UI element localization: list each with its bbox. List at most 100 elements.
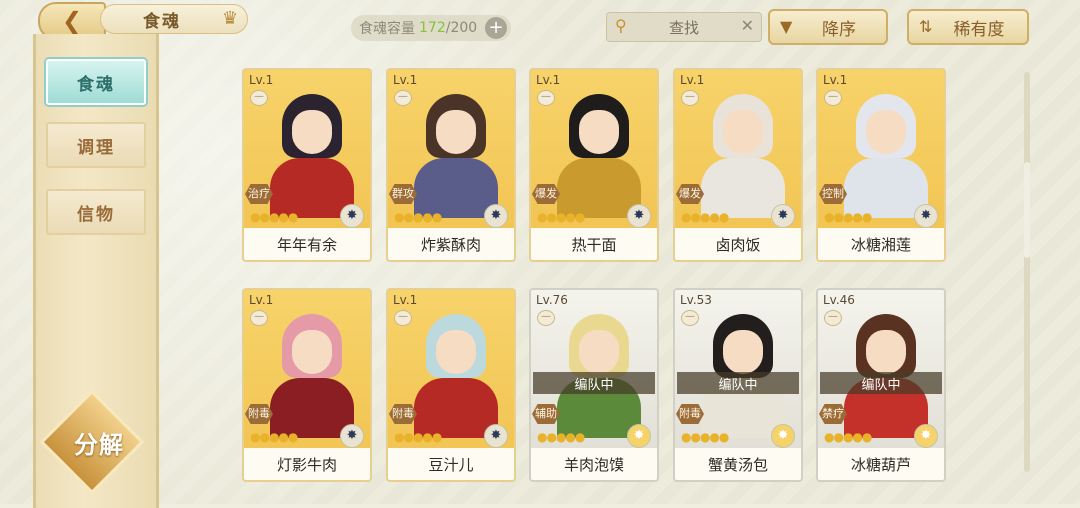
lock-toggle-icon[interactable]: —	[250, 90, 268, 106]
rarity-stars: ●●●●●	[681, 430, 729, 444]
character-portrait	[264, 88, 360, 218]
card-level: Lv.76	[536, 293, 568, 307]
role-badge: 爆发	[676, 184, 704, 204]
rarity-stars: ●●●●●	[250, 430, 298, 444]
sort-down-icon: ▼	[780, 17, 793, 36]
portrait-face	[723, 330, 763, 374]
element-icon: ✸	[914, 204, 938, 228]
sidebar-item-label: 信物	[77, 204, 115, 225]
role-badge: 附毒	[389, 404, 417, 424]
sidebar-item-conditioning[interactable]: 调理	[46, 122, 146, 168]
rarity-stars: ●●●●●	[824, 210, 872, 224]
character-portrait	[838, 88, 934, 218]
scrollbar-thumb[interactable]	[1024, 162, 1030, 258]
element-icon: ✸	[340, 424, 364, 448]
character-name: 灯影牛肉	[244, 448, 370, 480]
sort-order-button[interactable]: ▼ 降序	[768, 9, 888, 45]
character-card[interactable]: Lv.1 — 附毒 ●●●●● ✸ 豆汁儿	[386, 288, 516, 482]
character-card[interactable]: Lv.1 — 附毒 ●●●●● ✸ 灯影牛肉	[242, 288, 372, 482]
sidebar-item-food-soul[interactable]: 食魂	[46, 59, 146, 105]
top-bar: ❮ 食魂 ♛ 食魂容量 172 /200 + ⚲ 查找 ✕ ▼ 降序 ⇅ 稀有度	[0, 0, 1080, 45]
sidebar-item-tokens[interactable]: 信物	[46, 189, 146, 235]
lock-toggle-icon[interactable]: —	[681, 310, 699, 326]
lock-toggle-icon[interactable]: —	[394, 310, 412, 326]
character-name: 年年有余	[244, 228, 370, 260]
portrait-face	[866, 330, 906, 374]
character-card[interactable]: Lv.1 — 群攻 ●●●●● ✸ 炸紫酥肉	[386, 68, 516, 262]
sort-by-label: 稀有度	[953, 19, 1005, 40]
portrait-face	[436, 110, 476, 154]
element-icon: ✸	[914, 424, 938, 448]
rarity-stars: ●●●●●	[824, 430, 872, 444]
character-portrait	[264, 308, 360, 438]
back-arrow-icon: ❮	[61, 7, 83, 35]
character-card[interactable]: Lv.1 — 控制 ●●●●● ✸ 冰糖湘莲	[816, 68, 946, 262]
rarity-stars: ●●●●●	[394, 210, 442, 224]
character-portrait	[408, 88, 504, 218]
in-team-badge: 编队中	[533, 372, 655, 394]
portrait-face	[579, 110, 619, 154]
lock-toggle-icon[interactable]: —	[824, 90, 842, 106]
card-level: Lv.46	[823, 293, 855, 307]
capacity-current: 172	[419, 20, 446, 36]
scrollbar[interactable]	[1024, 72, 1030, 472]
element-icon: ✸	[627, 424, 651, 448]
element-icon: ✸	[484, 424, 508, 448]
element-icon: ✸	[484, 204, 508, 228]
card-level: Lv.1	[823, 73, 848, 87]
portrait-face	[866, 110, 906, 154]
lock-toggle-icon[interactable]: —	[537, 310, 555, 326]
sort-updown-icon: ⇅	[919, 17, 933, 36]
character-card[interactable]: Lv.1 — 爆发 ●●●●● ✸ 卤肉饭	[673, 68, 803, 262]
sidebar-item-label: 食魂	[77, 74, 115, 95]
page-title-text: 食魂	[143, 11, 181, 32]
element-icon: ✸	[627, 204, 651, 228]
card-level: Lv.1	[393, 73, 418, 87]
lock-toggle-icon[interactable]: —	[824, 310, 842, 326]
character-name: 豆汁儿	[388, 448, 514, 480]
sort-by-button[interactable]: ⇅ 稀有度	[907, 9, 1029, 45]
capacity-add-button[interactable]: +	[485, 17, 507, 39]
lock-toggle-icon[interactable]: —	[537, 90, 555, 106]
lock-toggle-icon[interactable]: —	[394, 90, 412, 106]
card-level: Lv.1	[393, 293, 418, 307]
sidebar-item-label: 调理	[77, 137, 115, 158]
character-portrait	[408, 308, 504, 438]
role-badge: 群攻	[389, 184, 417, 204]
character-name: 冰糖葫芦	[818, 448, 944, 480]
role-badge: 控制	[819, 184, 847, 204]
element-icon: ✸	[340, 204, 364, 228]
search-icon: ⚲	[615, 16, 627, 35]
rarity-stars: ●●●●●	[250, 210, 298, 224]
rarity-stars: ●●●●●	[537, 210, 585, 224]
sort-order-label: 降序	[822, 19, 856, 40]
lock-toggle-icon[interactable]: —	[681, 90, 699, 106]
role-badge: 治疗	[245, 184, 273, 204]
capacity-indicator: 食魂容量 172 /200 +	[351, 15, 511, 41]
character-card[interactable]: Lv.53 — 编队中 附毒 ●●●●● ✸ 蟹黄汤包	[673, 288, 803, 482]
character-portrait	[551, 88, 647, 218]
portrait-face	[292, 110, 332, 154]
portrait-face	[292, 330, 332, 374]
in-team-badge: 编队中	[820, 372, 942, 394]
role-badge: 禁疗	[819, 404, 847, 424]
character-card[interactable]: Lv.76 — 编队中 辅助 ●●●●● ✸ 羊肉泡馍	[529, 288, 659, 482]
character-card[interactable]: Lv.1 — 爆发 ●●●●● ✸ 热干面	[529, 68, 659, 262]
element-icon: ✸	[771, 204, 795, 228]
character-name: 卤肉饭	[675, 228, 801, 260]
search-input[interactable]: ⚲ 查找 ✕	[606, 12, 762, 42]
rarity-stars: ●●●●●	[681, 210, 729, 224]
element-icon: ✸	[771, 424, 795, 448]
card-level: Lv.1	[249, 73, 274, 87]
decompose-label[interactable]: 分解	[55, 425, 143, 460]
portrait-face	[579, 330, 619, 374]
portrait-face	[723, 110, 763, 154]
role-badge: 附毒	[676, 404, 704, 424]
character-name: 冰糖湘莲	[818, 228, 944, 260]
crown-icon: ♛	[222, 8, 239, 29]
character-card[interactable]: Lv.46 — 编队中 禁疗 ●●●●● ✸ 冰糖葫芦	[816, 288, 946, 482]
lock-toggle-icon[interactable]: —	[250, 310, 268, 326]
character-card[interactable]: Lv.1 — 治疗 ●●●●● ✸ 年年有余	[242, 68, 372, 262]
clear-search-icon[interactable]: ✕	[741, 16, 754, 35]
search-placeholder: 查找	[668, 18, 699, 37]
